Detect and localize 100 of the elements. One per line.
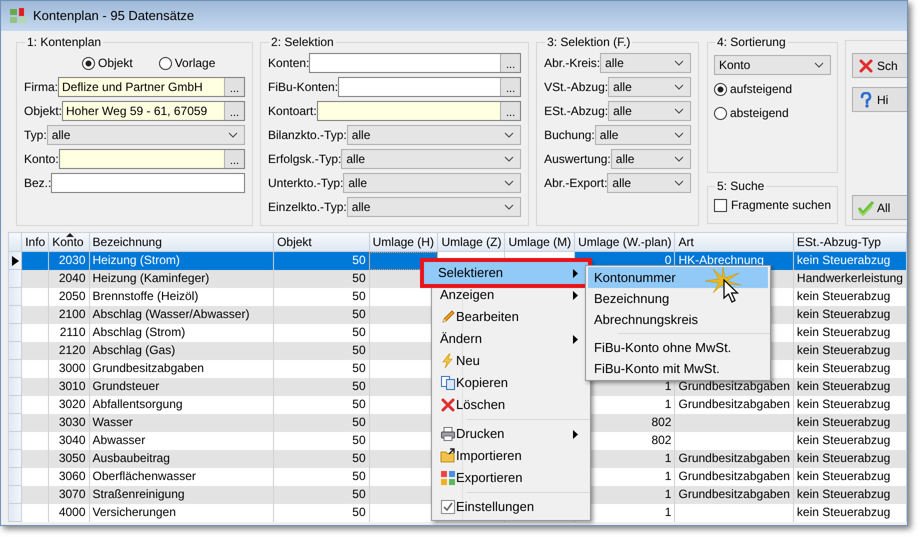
group-label: 4: Sortierung	[716, 34, 787, 51]
menu-item[interactable]: Selektieren	[420, 258, 592, 288]
column-header[interactable]: Art	[674, 232, 794, 252]
radio-icon	[158, 56, 172, 70]
chevron-icon	[504, 204, 514, 210]
field-label: Auswertung:	[544, 151, 611, 168]
field-label: Kontoart:	[268, 103, 317, 120]
submenu-arrow-icon	[573, 430, 578, 439]
submenu-arrow-icon	[573, 335, 578, 344]
chevron-icon	[674, 156, 684, 162]
lookup-field[interactable]: ...	[316, 101, 522, 121]
dropdown[interactable]: Konto	[714, 55, 831, 75]
row-header[interactable]	[8, 252, 22, 270]
dropdown[interactable]: alle	[608, 101, 691, 121]
radio-icon	[714, 106, 727, 120]
chevron-icon	[674, 84, 684, 90]
menu-item[interactable]: Neu	[434, 350, 588, 372]
checkbox[interactable]: Fragmente suchen	[714, 195, 831, 215]
row-pointer-icon	[12, 256, 19, 266]
dropdown[interactable]: alle	[343, 173, 522, 193]
pencil-icon	[440, 309, 456, 325]
group-label: 1: Kontenplan	[26, 34, 102, 51]
menu-item[interactable]: Ändern	[434, 328, 588, 350]
column-header[interactable]: Objekt	[274, 232, 370, 252]
field-label: Objekt:	[24, 103, 62, 120]
column-header[interactable]: ESt.-Abzug-Typ	[793, 232, 906, 252]
table-cell: Versicherungen	[89, 504, 274, 522]
menu-item[interactable]: FiBu-Konto ohne MwSt.	[588, 337, 768, 358]
field-label: Unterkto.-Typ:	[268, 175, 344, 192]
folder-icon	[440, 448, 456, 464]
field-label: Erfolgsk.-Typ:	[268, 151, 342, 168]
column-header[interactable]: Umlage (H)	[369, 232, 438, 252]
radio-button[interactable]: aufsteigend	[714, 79, 792, 99]
lookup-field[interactable]: ...	[338, 77, 522, 97]
column-header[interactable]: Bezeichnung	[89, 232, 274, 252]
table-cell: 4000	[48, 504, 90, 522]
browse-button[interactable]: ...	[224, 150, 244, 168]
dropdown[interactable]: alle	[346, 197, 522, 217]
radio-button[interactable]: absteigend	[714, 103, 789, 123]
browse-button[interactable]: ...	[500, 54, 520, 72]
chevron-icon	[674, 60, 684, 66]
field-label: Buchung:	[544, 127, 595, 144]
browse-button[interactable]: ...	[500, 78, 520, 96]
toolbar-button[interactable]: All	[852, 195, 907, 220]
field-label: FiBu-Konten:	[268, 79, 338, 96]
dropdown[interactable]: alle	[608, 77, 691, 97]
printer-icon	[440, 426, 456, 442]
lookup-field[interactable]: Deflize und Partner GmbH ...	[58, 77, 246, 97]
radio-button[interactable]: Vorlage	[158, 53, 216, 73]
chevron-icon	[814, 62, 824, 68]
checkbox-icon	[440, 499, 456, 515]
check-icon	[858, 200, 874, 216]
dropdown[interactable]: alle	[594, 125, 691, 145]
field-label: Abr.-Kreis:	[544, 55, 600, 72]
text-field[interactable]	[51, 173, 246, 193]
chevron-icon	[504, 156, 514, 162]
radio-icon	[82, 56, 95, 70]
close-icon	[858, 58, 874, 74]
lookup-field[interactable]: Hoher Weg 59 - 61, 67059 ...	[62, 101, 246, 121]
dropdown[interactable]: alle	[346, 125, 522, 145]
menu-item[interactable]: FiBu-Konto mit MwSt.	[588, 358, 768, 379]
dropdown[interactable]: alle	[341, 149, 522, 169]
window-title: Kontenplan - 95 Datensätze	[33, 7, 194, 26]
toolbar-button[interactable]: Sch	[852, 53, 907, 78]
field-label: Bez.:	[24, 175, 52, 192]
chevron-icon	[504, 132, 514, 138]
submenu-arrow-icon	[573, 291, 578, 300]
chevron-icon	[674, 108, 684, 114]
group-label: 5: Suche	[716, 178, 766, 195]
checkbox-icon	[714, 198, 727, 212]
group-label: 3: Selektion (F.)	[546, 34, 632, 51]
field-label: Typ:	[24, 127, 47, 144]
dropdown[interactable]: alle	[607, 173, 691, 193]
menu-item[interactable]: Kontonummer	[588, 267, 768, 288]
browse-button[interactable]: ...	[500, 102, 520, 120]
sort-ascending-icon	[66, 234, 74, 237]
app-icon	[9, 7, 27, 25]
chevron-icon	[674, 132, 684, 138]
browse-button[interactable]: ...	[224, 102, 244, 120]
group-label: 2: Selektion	[270, 34, 335, 51]
dropdown[interactable]: alle	[610, 149, 691, 169]
lookup-field[interactable]: ...	[58, 149, 246, 169]
help-icon	[858, 92, 874, 108]
radio-button[interactable]: Objekt	[82, 53, 133, 73]
table-cell: 50	[274, 504, 370, 522]
cursor-icon	[723, 279, 739, 303]
lookup-field[interactable]: ...	[309, 53, 522, 73]
dropdown[interactable]: alle	[46, 125, 246, 145]
field-label: Bilanzkto.-Typ:	[268, 127, 347, 144]
dropdown[interactable]: alle	[600, 53, 691, 73]
submenu-arrow-icon	[573, 269, 578, 278]
table-cell: kein Steuerabzug	[793, 504, 906, 522]
field-label: Abr.-Export:	[544, 175, 608, 192]
browse-button[interactable]: ...	[224, 78, 244, 96]
column-header[interactable]: Umlage (W.-plan)	[574, 232, 675, 252]
chevron-icon	[674, 180, 684, 186]
field-label: VSt.-Abzug:	[544, 79, 608, 96]
copy-icon	[440, 375, 456, 391]
toolbar-button[interactable]: Hi	[852, 87, 907, 112]
field-label: Konto:	[24, 151, 59, 168]
